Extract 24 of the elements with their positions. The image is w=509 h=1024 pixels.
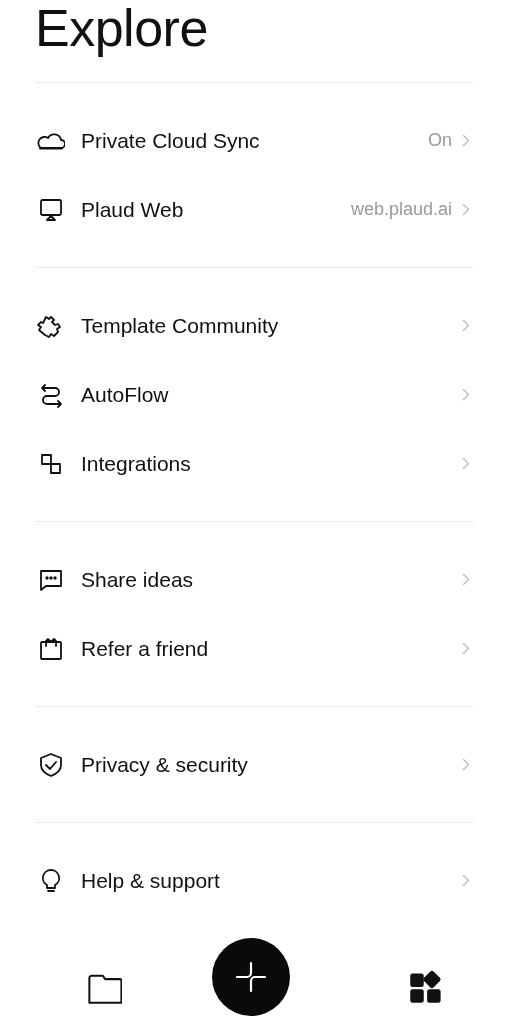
menu-item-label[interactable]: Share ideas — [81, 567, 462, 592]
chevron-right-icon — [462, 457, 470, 470]
apps-grid-icon — [408, 969, 444, 1005]
chevron-right-icon — [462, 388, 470, 401]
menu-item-label[interactable]: AutoFlow — [81, 382, 462, 407]
chevron-right-icon — [462, 758, 470, 771]
menu-item-label[interactable]: Help & support — [81, 868, 462, 893]
page-title: Explore — [35, 0, 209, 59]
chevron-right-icon — [462, 134, 470, 147]
shield-icon — [37, 750, 65, 779]
menu-item-label[interactable]: Refer a friend — [81, 636, 462, 661]
menu-item-label[interactable]: Integrations — [81, 451, 462, 476]
setting-value: On — [428, 130, 452, 151]
chevron-right-icon — [462, 573, 470, 586]
menu-item-label[interactable]: Plaud Web — [81, 197, 351, 222]
menu-item-label[interactable]: Private Cloud Sync — [81, 128, 428, 153]
chevron-right-icon — [462, 874, 470, 887]
plus-icon — [234, 960, 268, 994]
chevron-right-icon — [462, 319, 470, 332]
chevron-right-icon — [462, 203, 470, 216]
chevron-right-icon — [462, 642, 470, 655]
setting-value: web.plaud.ai — [350, 199, 452, 220]
menu-item-label[interactable]: Privacy & security — [81, 752, 462, 777]
menu-item-label[interactable]: Template Community — [81, 313, 462, 338]
